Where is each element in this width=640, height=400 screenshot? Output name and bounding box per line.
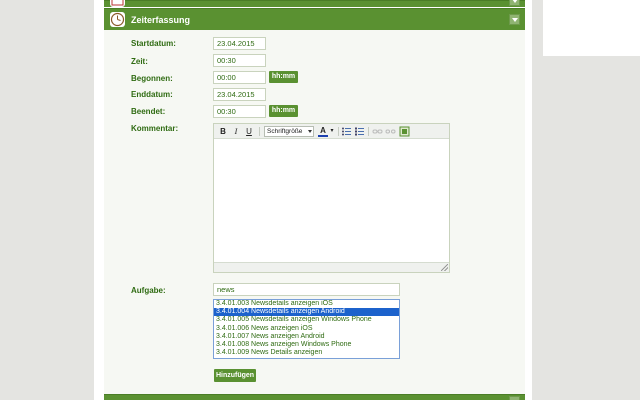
begonnen-label: Begonnen: [131, 74, 173, 83]
list-item[interactable]: 3.4.01.006 News anzeigen iOS [214, 325, 399, 333]
unlink-icon[interactable] [385, 126, 396, 137]
font-size-select[interactable]: Schriftgröße [264, 126, 314, 137]
list-item[interactable]: 3.4.01.008 News anzeigen Windows Phone [214, 341, 399, 349]
bold-button[interactable]: B [218, 126, 228, 137]
numbered-list-icon[interactable] [354, 126, 365, 137]
zeit-label: Zeit: [131, 57, 148, 66]
section-header-zeiterfassung[interactable]: Zeiterfassung [104, 8, 525, 30]
list-item[interactable]: 3.4.01.003 Newsdetails anzeigen iOS [214, 300, 399, 308]
startdatum-field[interactable]: 23.04.2015 [213, 37, 266, 50]
aufgabe-label: Aufgabe: [131, 286, 166, 295]
begonnen-field[interactable]: 00:00 [213, 71, 266, 84]
startdatum-label: Startdatum: [131, 39, 176, 48]
enddatum-label: Enddatum: [131, 90, 173, 99]
font-color-button[interactable]: A [318, 126, 328, 137]
beendet-format-button[interactable]: hh:mm [269, 105, 298, 117]
collapse-toggle-top[interactable] [509, 0, 520, 6]
zeit-field[interactable]: 00:30 [213, 54, 266, 67]
enddatum-field[interactable]: 23.04.2015 [213, 88, 266, 101]
editor-statusbar [214, 262, 449, 272]
font-color-dropdown-icon[interactable]: ▾ [329, 126, 335, 137]
beendet-label: Beendet: [131, 107, 166, 116]
task-search-input[interactable]: news [213, 283, 400, 296]
kommentar-label: Kommentar: [131, 124, 179, 133]
calendar-icon [110, 0, 125, 7]
clock-icon [110, 12, 125, 27]
editor-toolbar: B I U Schriftgröße A ▾ [214, 124, 449, 139]
section-header-top[interactable] [104, 0, 525, 7]
list-item[interactable]: 3.4.01.005 Newsdetails anzeigen Windows … [214, 316, 399, 324]
toolbar-separator [338, 127, 339, 136]
list-item[interactable]: 3.4.01.007 News anzeigen Android [214, 333, 399, 341]
bullet-list-icon[interactable] [341, 126, 352, 137]
collapse-toggle-bottom[interactable] [509, 396, 520, 400]
toolbar-separator [368, 127, 369, 136]
add-button[interactable]: Hinzufügen [214, 369, 256, 382]
right-panel [543, 0, 640, 56]
task-listbox[interactable]: 3.4.01.003 Newsdetails anzeigen iOS 3.4.… [213, 299, 400, 359]
resize-grip-icon[interactable] [441, 264, 448, 271]
chevron-down-icon [308, 130, 312, 133]
begonnen-format-button[interactable]: hh:mm [269, 71, 298, 83]
collapse-toggle[interactable] [509, 14, 520, 25]
font-size-label: Schriftgröße [267, 128, 303, 135]
list-item[interactable]: 3.4.01.009 News Details anzeigen [214, 349, 399, 357]
beendet-field[interactable]: 00:30 [213, 105, 266, 118]
image-icon[interactable] [399, 126, 410, 137]
underline-button[interactable]: U [244, 126, 254, 137]
comment-editor[interactable]: B I U Schriftgröße A ▾ [213, 123, 450, 273]
toolbar-separator [259, 127, 260, 136]
italic-button[interactable]: I [231, 126, 241, 137]
section-header-bottom[interactable] [104, 394, 525, 400]
section-title: Zeiterfassung [131, 15, 191, 25]
list-item-selected[interactable]: 3.4.01.004 Newsdetails anzeigen Android [214, 308, 399, 317]
link-icon[interactable] [372, 126, 383, 137]
